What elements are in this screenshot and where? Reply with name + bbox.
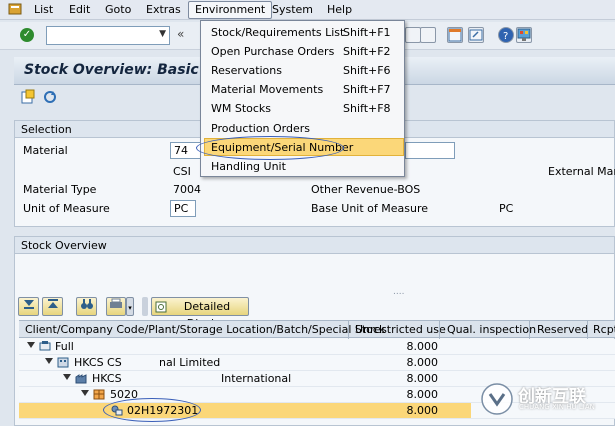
svg-text:?: ? xyxy=(503,31,508,42)
refresh-icon[interactable] xyxy=(42,89,58,105)
collapse-all-button[interactable] xyxy=(42,297,63,316)
menu-item-open-purchase-orders[interactable]: Open Purchase Orders xyxy=(211,45,334,58)
material-type-label: Material Type xyxy=(23,183,97,196)
unit-of-measure-label: Unit of Measure xyxy=(23,202,110,215)
row-label: HKCS xyxy=(92,372,122,385)
expand-node-icon[interactable] xyxy=(45,358,53,364)
caret-down-icon: ▾ xyxy=(128,304,132,312)
menu-item-material-movements[interactable]: Material Movements xyxy=(211,83,323,96)
column-header-receipt[interactable]: Rcpt xyxy=(593,323,615,336)
table-row[interactable]: HKCS CS nal Limited 8.000 xyxy=(19,355,615,371)
stock-requirements-icon[interactable] xyxy=(20,89,36,105)
row-label: Full xyxy=(55,340,74,353)
material-description-field[interactable] xyxy=(405,142,455,159)
enter-check-icon[interactable]: ✓ xyxy=(20,28,34,42)
menu-item-stock-requirements-list[interactable]: Stock/Requirements List xyxy=(211,26,344,39)
column-separator[interactable] xyxy=(439,321,440,339)
table-row-selected[interactable]: 02H1972301 8.000 xyxy=(19,403,471,419)
menu-item-handling-unit[interactable]: Handling Unit xyxy=(211,160,286,173)
unit-of-measure-input[interactable]: PC xyxy=(170,200,196,217)
menu-system[interactable]: System xyxy=(272,3,313,16)
storage-location-icon xyxy=(93,389,105,400)
detail-icon xyxy=(155,301,167,313)
binoculars-icon xyxy=(80,299,93,309)
row-unrestricted: 8.000 xyxy=(406,356,439,369)
csi-text: CSI xyxy=(173,165,191,178)
menu-edit[interactable]: Edit xyxy=(69,3,90,16)
company-code-icon xyxy=(57,357,69,368)
menu-item-wm-stocks[interactable]: WM Stocks xyxy=(211,102,271,115)
menu-help[interactable]: Help xyxy=(327,3,352,16)
menu-list[interactable]: List xyxy=(34,3,53,16)
material-type-description: Other Revenue-BOS xyxy=(311,183,421,196)
menu-environment[interactable]: Environment xyxy=(188,1,273,19)
row-label-suffix: nal Limited xyxy=(159,356,221,369)
annotation-oval xyxy=(103,398,201,422)
page-title: Stock Overview: Basic xyxy=(24,62,199,78)
row-unrestricted: 8.000 xyxy=(406,340,439,353)
menu-bar: List Edit Goto Extras Environment System… xyxy=(0,0,615,20)
sap-menu-icon[interactable] xyxy=(8,2,22,16)
row-unrestricted: 8.000 xyxy=(406,372,439,385)
resize-handle[interactable]: .... xyxy=(393,287,404,297)
column-header-hierarchy[interactable]: Client/Company Code/Plant/Storage Locati… xyxy=(25,323,385,336)
external-manufacturer-label: External Manu xyxy=(548,165,615,178)
column-separator[interactable] xyxy=(348,321,349,339)
row-unrestricted: 8.000 xyxy=(406,388,439,401)
customize-layout-icon[interactable] xyxy=(516,27,532,43)
shortcut-text: Shift+F1 xyxy=(343,26,391,39)
column-separator[interactable] xyxy=(529,321,530,339)
base-unit-value: PC xyxy=(499,202,514,215)
shortcut-text: Shift+F6 xyxy=(343,64,391,77)
column-separator[interactable] xyxy=(587,321,588,339)
command-field[interactable]: ▼ xyxy=(46,26,170,45)
find-button[interactable] xyxy=(76,297,97,316)
shortcut-text: Shift+F8 xyxy=(343,102,391,115)
stock-overview-header: Stock Overview xyxy=(15,237,614,254)
shortcut-icon[interactable] xyxy=(420,27,436,43)
print-button[interactable] xyxy=(106,297,126,316)
plant-icon xyxy=(75,374,87,384)
material-type-value: 7004 xyxy=(173,183,201,196)
shortcut-text: Shift+F2 xyxy=(343,45,391,58)
menu-item-reservations[interactable]: Reservations xyxy=(211,64,282,77)
menu-extras[interactable]: Extras xyxy=(146,3,181,16)
column-header-reserved[interactable]: Reserved xyxy=(537,323,588,336)
table-row[interactable]: Full 8.000 xyxy=(19,339,615,355)
row-label-suffix: International xyxy=(221,372,292,385)
expand-all-icon xyxy=(23,300,34,309)
client-node-icon xyxy=(39,341,51,351)
print-dropdown[interactable]: ▾ xyxy=(126,297,134,316)
layout-icon[interactable] xyxy=(447,27,463,43)
expand-all-button[interactable] xyxy=(18,297,39,316)
toolbar-separator xyxy=(142,297,148,316)
help-icon[interactable]: ? xyxy=(498,27,514,43)
create-session-icon[interactable] xyxy=(405,27,421,43)
collapse-all-icon xyxy=(47,299,58,308)
row-unrestricted: 8.000 xyxy=(406,404,439,417)
expand-node-icon[interactable] xyxy=(63,374,71,380)
base-unit-label: Base Unit of Measure xyxy=(311,202,429,215)
stock-table-header: Client/Company Code/Plant/Storage Locati… xyxy=(19,320,615,339)
watermark-subtext: CHUANG XIN HU LIAN xyxy=(519,403,595,411)
shortcut-text: Shift+F7 xyxy=(343,83,391,96)
menu-goto[interactable]: Goto xyxy=(105,3,131,16)
column-header-qual-inspection[interactable]: Qual. inspection xyxy=(447,323,536,336)
expand-node-icon[interactable] xyxy=(81,390,89,396)
watermark-logo-icon xyxy=(481,383,513,415)
expand-node-icon[interactable] xyxy=(27,342,35,348)
annotation-oval xyxy=(196,136,344,160)
printer-icon xyxy=(110,298,122,308)
row-label: HKCS CS xyxy=(74,356,122,369)
chevron-down-icon[interactable]: ▼ xyxy=(159,29,166,39)
unit-of-measure-value: PC xyxy=(174,202,189,215)
menu-item-production-orders[interactable]: Production Orders xyxy=(211,122,310,135)
detailed-display-button[interactable]: Detailed Display xyxy=(151,297,249,330)
new-window-icon[interactable] xyxy=(468,27,484,43)
material-value: 74 xyxy=(174,144,188,157)
double-chevron-icon[interactable]: « xyxy=(177,27,184,41)
material-label: Material xyxy=(23,144,68,157)
column-header-unrestricted[interactable]: Unrestricted use xyxy=(355,323,446,336)
